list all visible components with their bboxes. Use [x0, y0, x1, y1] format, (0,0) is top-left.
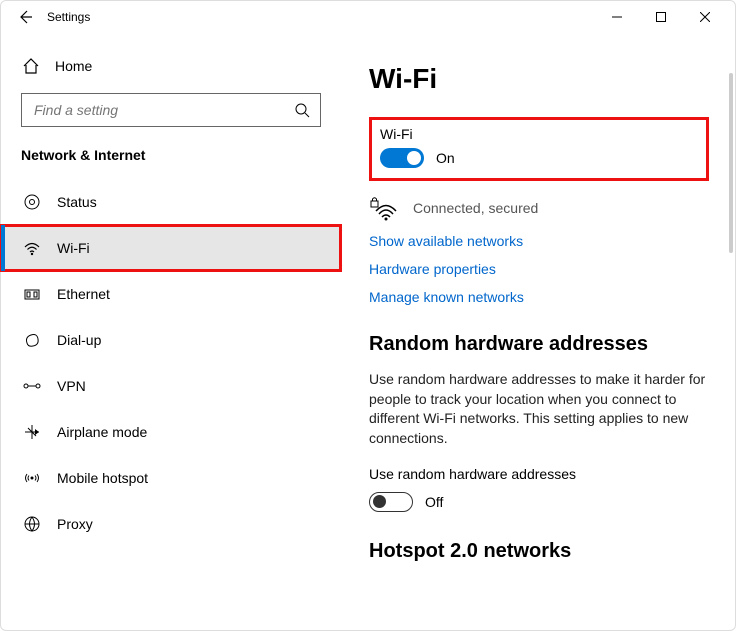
sidebar-item-label: Proxy — [43, 516, 93, 532]
close-icon — [700, 12, 710, 22]
connection-status: Connected, secured — [413, 200, 538, 216]
home-label: Home — [41, 58, 92, 74]
sidebar-item-label: Wi-Fi — [43, 240, 90, 256]
page-title: Wi-Fi — [369, 63, 707, 95]
maximize-button[interactable] — [639, 1, 683, 33]
sidebar-item-label: Ethernet — [43, 286, 110, 302]
status-icon — [21, 193, 43, 211]
close-button[interactable] — [683, 1, 727, 33]
section-title: Network & Internet — [1, 139, 341, 179]
sidebar-item-label: Mobile hotspot — [43, 470, 148, 486]
random-hw-toggle-state: Off — [425, 494, 443, 510]
wifi-toggle-section: Wi-Fi On — [369, 117, 709, 181]
minimize-icon — [612, 12, 622, 22]
titlebar: Settings — [1, 1, 735, 33]
search-input[interactable] — [32, 101, 294, 119]
sidebar-item-proxy[interactable]: Proxy — [1, 501, 341, 547]
sidebar-item-vpn[interactable]: VPN — [1, 363, 341, 409]
minimize-button[interactable] — [595, 1, 639, 33]
proxy-icon — [21, 515, 43, 533]
hotspot2-heading: Hotspot 2.0 networks — [369, 540, 707, 563]
sidebar: Home Network & Internet Status — [1, 33, 341, 630]
main-panel: Wi-Fi Wi-Fi On Connected, secured Show a… — [341, 33, 735, 630]
random-hw-body: Use random hardware addresses to make it… — [369, 370, 707, 448]
ethernet-icon — [21, 285, 43, 303]
random-hw-heading: Random hardware addresses — [369, 333, 707, 356]
sidebar-item-hotspot[interactable]: Mobile hotspot — [1, 455, 341, 501]
wifi-toggle-state: On — [436, 150, 455, 166]
app-title: Settings — [41, 10, 90, 24]
back-button[interactable] — [9, 1, 41, 33]
sidebar-item-label: Airplane mode — [43, 424, 147, 440]
content: Home Network & Internet Status — [1, 33, 735, 630]
search-icon — [294, 102, 310, 118]
maximize-icon — [656, 12, 666, 22]
home-icon — [21, 57, 41, 75]
hotspot-icon — [21, 469, 43, 487]
random-hw-toggle[interactable] — [369, 492, 413, 512]
connection-row: Connected, secured — [369, 195, 707, 221]
wifi-icon — [21, 239, 43, 257]
random-hw-toggle-label: Use random hardware addresses — [369, 466, 707, 482]
scrollbar[interactable] — [729, 73, 733, 253]
window-controls — [595, 1, 727, 33]
sidebar-item-label: VPN — [43, 378, 86, 394]
back-arrow-icon — [17, 9, 33, 25]
wifi-toggle-label: Wi-Fi — [380, 126, 698, 142]
link-known-networks[interactable]: Manage known networks — [369, 289, 707, 305]
vpn-icon — [21, 377, 43, 395]
dialup-icon — [21, 331, 43, 349]
link-show-networks[interactable]: Show available networks — [369, 233, 707, 249]
airplane-icon — [21, 423, 43, 441]
sidebar-item-label: Status — [43, 194, 97, 210]
sidebar-item-wifi[interactable]: Wi-Fi — [1, 225, 341, 271]
link-hardware-properties[interactable]: Hardware properties — [369, 261, 707, 277]
wifi-secured-icon — [369, 195, 399, 221]
nav-list: Status Wi-Fi Ethernet Dial-up — [1, 179, 341, 547]
sidebar-item-airplane[interactable]: Airplane mode — [1, 409, 341, 455]
wifi-toggle[interactable] — [380, 148, 424, 168]
search-wrap — [1, 87, 341, 139]
home-nav[interactable]: Home — [1, 45, 341, 87]
search-box[interactable] — [21, 93, 321, 127]
sidebar-item-label: Dial-up — [43, 332, 101, 348]
sidebar-item-dialup[interactable]: Dial-up — [1, 317, 341, 363]
sidebar-item-ethernet[interactable]: Ethernet — [1, 271, 341, 317]
sidebar-item-status[interactable]: Status — [1, 179, 341, 225]
